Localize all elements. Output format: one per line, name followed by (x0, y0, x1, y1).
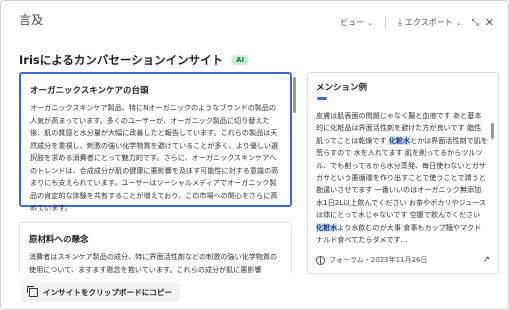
insight-title: オーガニックスキンケアの台頭 (30, 86, 149, 96)
chevron-down-icon: ⌄ (455, 18, 462, 27)
ai-badge: AI (231, 55, 250, 65)
insights-scrollbar[interactable] (293, 77, 296, 113)
external-link-icon[interactable]: ↗ (482, 255, 490, 265)
insight-title: 原材料への懸念 (29, 235, 89, 245)
export-dropdown[interactable]: ⤓ エクスポート ⌄ (394, 15, 466, 30)
mention-panel: メンション例 皮膚は肌表面の問題じゃなく腸と血液です あと基本的に化粧品は界面活… (307, 72, 499, 274)
mention-text-part: より水飲むのが大事 食事もカップ麺やマクドナルド食べてたらダメです… (316, 222, 482, 245)
copy-icon (27, 286, 38, 297)
page-title: Irisによるカンバセーションインサイト AI (19, 52, 250, 68)
globe-icon (316, 255, 325, 265)
quote-accent (317, 97, 327, 100)
export-label: エクスポート (404, 18, 453, 27)
insight-body: オーガニックスキンケア製品、特にNオーガニックのようなブランドの製品の人気が高ま… (30, 103, 279, 212)
keyword-highlight: 化粧水 (388, 135, 411, 145)
view-label: ビュー (340, 18, 365, 27)
mention-title: メンション例 (316, 83, 368, 93)
toolbar-divider (384, 16, 386, 29)
insight-body: 消費者はスキンケア製品の成分、特に界面活性剤などの刺激の強い化学物質の使用につい… (29, 252, 278, 274)
expand-icon[interactable]: ⤡ (472, 18, 479, 28)
dialog-title: 言及 (19, 13, 44, 27)
mention-text: 皮膚は肌表面の問題じゃなく腸と血液です あと基本的に化粧品は界面活性剤を避けた方… (316, 110, 488, 246)
dialog: 言及 ビュー ⌄ ⤓ エクスポート ⌄ ⤡ ✕ Irisによるカンバセーションイ… (0, 0, 509, 310)
copy-insights-button[interactable]: インサイトをクリップボードにコピー (21, 283, 181, 302)
toolbar: ビュー ⌄ ⤓ エクスポート ⌄ ⤡ ✕ (336, 15, 494, 30)
copy-label: インサイトをクリップボードにコピー (43, 288, 173, 297)
keyword-highlight: 化粧水 (316, 222, 338, 232)
mention-source: フォーラム・2023年11月26日 (316, 255, 427, 265)
insight-card[interactable]: オーガニックスキンケアの台頭 オーガニックスキンケア製品、特にNオーガニックのよ… (19, 72, 292, 212)
mention-source-text: フォーラム・2023年11月26日 (329, 256, 428, 264)
mention-footer: フォーラム・2023年11月26日 ↗ (316, 255, 490, 265)
view-dropdown[interactable]: ビュー ⌄ (336, 15, 377, 30)
insight-card[interactable]: 原材料への懸念 消費者はスキンケア製品の成分、特に界面活性剤などの刺激の強い化学… (19, 222, 292, 274)
chevron-down-icon: ⌄ (367, 18, 373, 27)
mention-text-part: とかは界面活性剤で肌を荒らすので 水を入れてます 肌を削ってるからツルツル、でも… (316, 135, 488, 220)
close-icon[interactable]: ✕ (485, 16, 494, 29)
page-title-text: Irisによるカンバセーションインサイト (19, 53, 224, 67)
mention-scrollbar[interactable] (491, 123, 494, 139)
export-icon: ⤓ (397, 17, 402, 28)
